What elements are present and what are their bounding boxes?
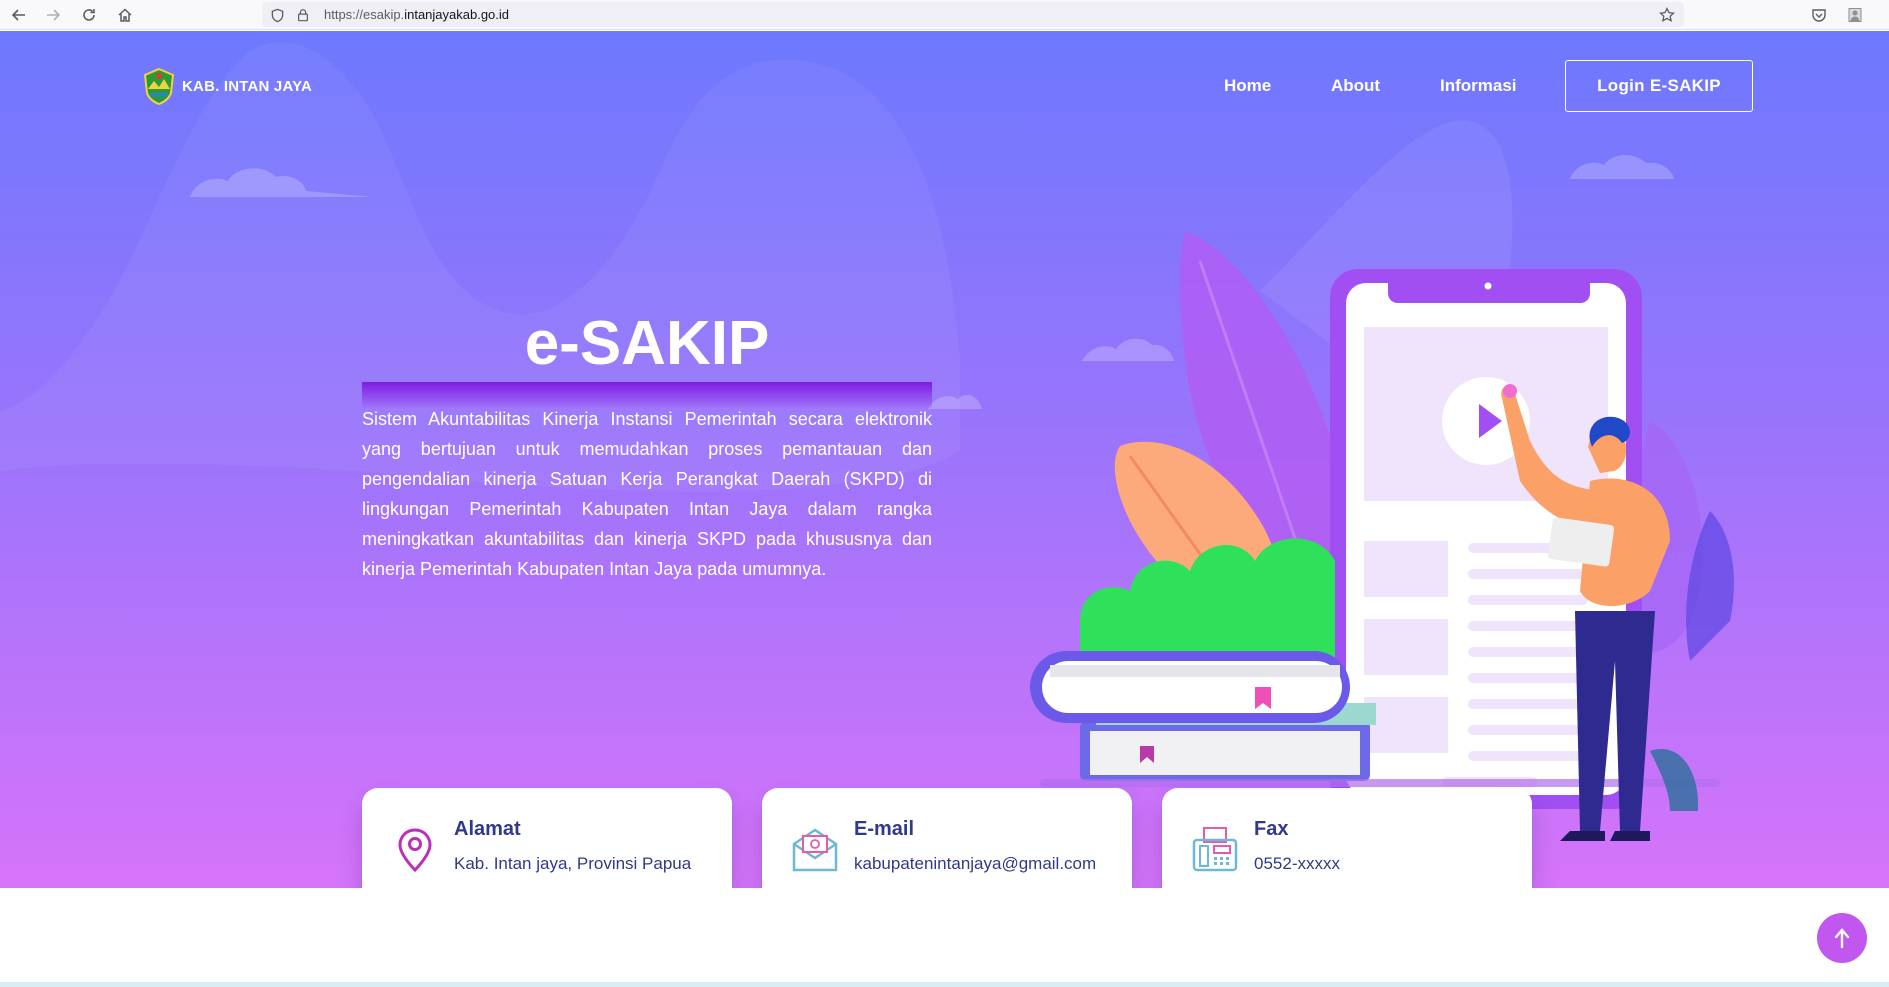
bush-icon [1080,538,1335,661]
browser-toolbar: https://esakip.intanjayakab.go.id [0,0,1889,30]
page-bottom-strip [0,982,1889,987]
email-title: E-mail [854,818,915,840]
login-esakip-button[interactable]: Login E-SAKIP [1565,60,1753,112]
email-text[interactable]: kabupatenintanjaya@gmail.com [854,854,1096,874]
url-domain: intanjayakab.go.id [404,7,510,22]
kabupaten-logo-icon [143,67,175,105]
lock-icon[interactable] [294,6,312,24]
forward-icon[interactable] [42,4,64,26]
fax-text: 0552-xxxxx [1254,854,1340,873]
address-text: Kab. Intan jaya, Provinsi Papua [454,854,692,873]
location-pin-icon [398,828,432,873]
fax-title: Fax [1254,818,1289,840]
bookmark-star-icon[interactable] [1658,6,1676,24]
back-to-top-button[interactable] [1817,913,1867,963]
address-bar[interactable]: https://esakip.intanjayakab.go.id [262,2,1684,27]
url-prefix: https://esakip. [324,7,405,22]
fax-machine-icon [1192,827,1238,872]
reload-icon[interactable] [78,4,100,26]
nav-home[interactable]: Home [1224,76,1271,96]
arrow-up-icon [1834,928,1850,949]
profile-avatar-icon[interactable] [1844,4,1866,26]
hero-illustration [1030,231,1734,841]
shield-icon[interactable] [268,6,286,24]
hero-description: Sistem Akuntabilitas Kinerja Instansi Pe… [362,409,932,579]
nav-informasi[interactable]: Informasi [1440,76,1517,96]
back-icon[interactable] [8,4,30,26]
home-icon[interactable] [114,4,136,26]
address-card: Alamat Kab. Intan jaya, Provinsi Papua [362,788,732,888]
fax-card: Fax 0552-xxxxx [1162,788,1532,888]
brand[interactable]: KAB. INTAN JAYA [142,67,312,105]
hero-section: KAB. INTAN JAYA Home About Informasi Log… [0,31,1889,888]
pocket-icon[interactable] [1808,4,1830,26]
brand-name: KAB. INTAN JAYA [182,77,312,95]
page-title: e-SAKIP [524,309,770,378]
email-card: E-mail kabupatenintanjaya@gmail.com [762,788,1132,888]
url-text: https://esakip.intanjayakab.go.id [324,7,509,22]
nav-about[interactable]: About [1331,76,1380,96]
envelope-icon [792,828,838,872]
address-title: Alamat [454,818,521,840]
